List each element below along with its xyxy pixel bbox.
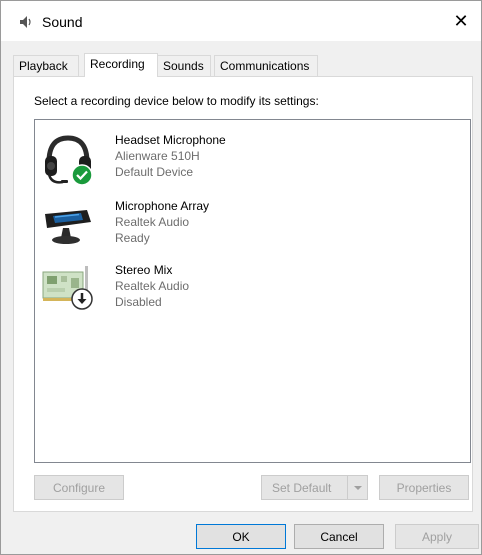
sound-dialog: Sound ✕ Playback Recording Sounds Commun… [0,0,482,555]
set-default-label: Set Default [272,480,332,495]
tab-sounds[interactable]: Sounds [157,55,211,76]
close-icon: ✕ [453,10,469,32]
device-status: Default Device [115,165,194,179]
window-title: Sound [42,14,83,30]
cancel-button[interactable]: Cancel [294,524,384,549]
device-text: Headset Microphone Alienware 510H Defaul… [115,132,226,180]
device-item-microphone-array[interactable]: Microphone Array Realtek Audio Ready [35,194,435,256]
set-default-button[interactable]: Set Default [261,475,368,500]
device-status: Disabled [115,295,162,309]
device-item-stereo-mix[interactable]: Stereo Mix Realtek Audio Disabled [35,258,435,320]
title-bar: Sound ✕ [1,1,481,41]
disabled-arrow-badge-icon [71,288,93,310]
device-text: Microphone Array Realtek Audio Ready [115,198,209,246]
device-status: Ready [115,231,150,245]
ok-button[interactable]: OK [196,524,286,549]
device-item-headset-microphone[interactable]: Headset Microphone Alienware 510H Defaul… [35,128,435,190]
instruction-text: Select a recording device below to modif… [34,94,319,108]
device-text: Stereo Mix Realtek Audio Disabled [115,262,189,310]
tab-recording[interactable]: Recording [84,53,158,77]
tab-playback[interactable]: Playback [13,55,79,76]
close-button[interactable]: ✕ [441,1,481,41]
properties-button[interactable]: Properties [379,475,469,500]
microphone-array-icon [45,210,91,244]
device-driver: Realtek Audio [115,279,190,293]
device-driver: Realtek Audio [115,215,190,229]
device-name: Microphone Array [115,199,210,213]
chevron-down-icon[interactable] [347,476,367,499]
configure-button[interactable]: Configure [34,475,124,500]
device-driver: Alienware 510H [115,149,200,163]
speaker-icon [20,16,31,28]
recording-panel: Select a recording device below to modif… [13,76,473,512]
device-list[interactable]: Headset Microphone Alienware 510H Defaul… [34,119,471,463]
checkmark-badge-icon [71,164,93,186]
tab-communications[interactable]: Communications [214,55,318,76]
apply-button[interactable]: Apply [395,524,479,549]
device-name: Headset Microphone [115,133,226,147]
device-name: Stereo Mix [115,263,173,277]
